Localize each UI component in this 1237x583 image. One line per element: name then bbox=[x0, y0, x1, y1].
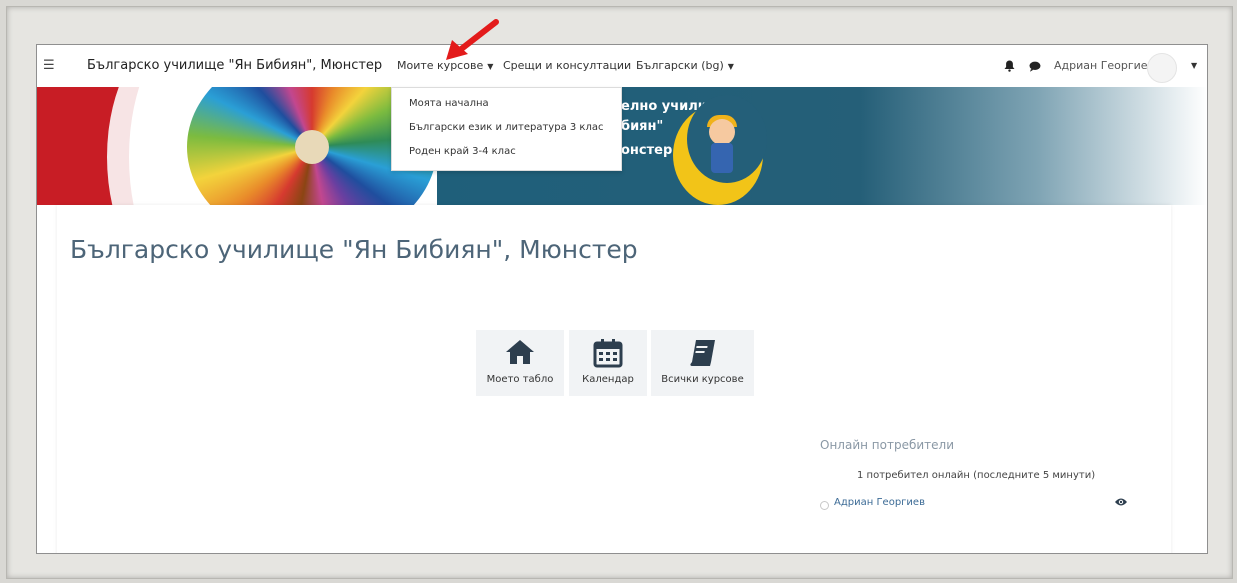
banner-text-line: онстер bbox=[621, 143, 673, 158]
chevron-down-icon: ▼ bbox=[727, 62, 734, 71]
banner-text-line: биян" bbox=[621, 119, 664, 134]
user-menu-chevron-down-icon[interactable]: ▼ bbox=[1191, 45, 1197, 87]
calendar-tile[interactable]: Календар bbox=[569, 330, 647, 396]
book-icon bbox=[651, 338, 754, 368]
messages-chat-icon[interactable] bbox=[1029, 45, 1041, 87]
home-icon bbox=[476, 338, 564, 368]
online-users-heading: Онлайн потребители bbox=[820, 438, 954, 452]
notifications-bell-icon[interactable] bbox=[1004, 45, 1016, 87]
red-arrow-annotation bbox=[446, 19, 499, 60]
eye-icon[interactable] bbox=[1114, 493, 1128, 506]
online-user-link[interactable]: Адриан Георгиев bbox=[834, 495, 925, 511]
dropdown-item-course[interactable]: Български език и литература 3 клас bbox=[409, 118, 603, 138]
browser-viewport: ☰ Българско училище "Ян Бибиян", Мюнстер… bbox=[36, 44, 1208, 554]
user-avatar-placeholder bbox=[820, 501, 829, 510]
my-courses-dropdown: Моята начална Български език и литератур… bbox=[391, 87, 622, 171]
language-menu[interactable]: Български (bg) ▼ bbox=[636, 45, 734, 87]
tile-label: Всички курсове bbox=[661, 374, 744, 385]
calendar-icon bbox=[569, 338, 647, 368]
dropdown-item-course[interactable]: Роден край 3-4 клас bbox=[409, 142, 516, 162]
dropdown-item-my-home[interactable]: Моята начална bbox=[409, 94, 489, 114]
site-brand-link[interactable]: Българско училище "Ян Бибиян", Мюнстер bbox=[87, 45, 382, 87]
hamburger-menu-icon[interactable]: ☰ bbox=[43, 45, 61, 87]
language-label: Български (bg) bbox=[636, 59, 724, 72]
pencils-center bbox=[295, 130, 329, 164]
tile-label: Моето табло bbox=[486, 374, 554, 385]
meetings-menu-link[interactable]: Срещи и консултации bbox=[503, 45, 631, 87]
top-navbar: ☰ Българско училище "Ян Бибиян", Мюнстер… bbox=[37, 45, 1207, 88]
dashboard-tile[interactable]: Моето табло bbox=[476, 330, 564, 396]
boy-illustration-head bbox=[709, 119, 735, 145]
header-banner: елно училище биян" онстер bbox=[37, 87, 1207, 205]
user-name[interactable]: Адриан Георгиев bbox=[1054, 45, 1154, 87]
online-users-count: 1 потребител онлайн (последните 5 минути… bbox=[857, 470, 1096, 481]
boy-illustration-body bbox=[711, 143, 733, 173]
page-title: Българско училище "Ян Бибиян", Мюнстер bbox=[70, 235, 638, 264]
avatar[interactable] bbox=[1147, 53, 1177, 83]
all-courses-tile[interactable]: Всички курсове bbox=[651, 330, 754, 396]
chevron-down-icon: ▼ bbox=[487, 62, 494, 71]
tile-label: Календар bbox=[582, 374, 634, 385]
